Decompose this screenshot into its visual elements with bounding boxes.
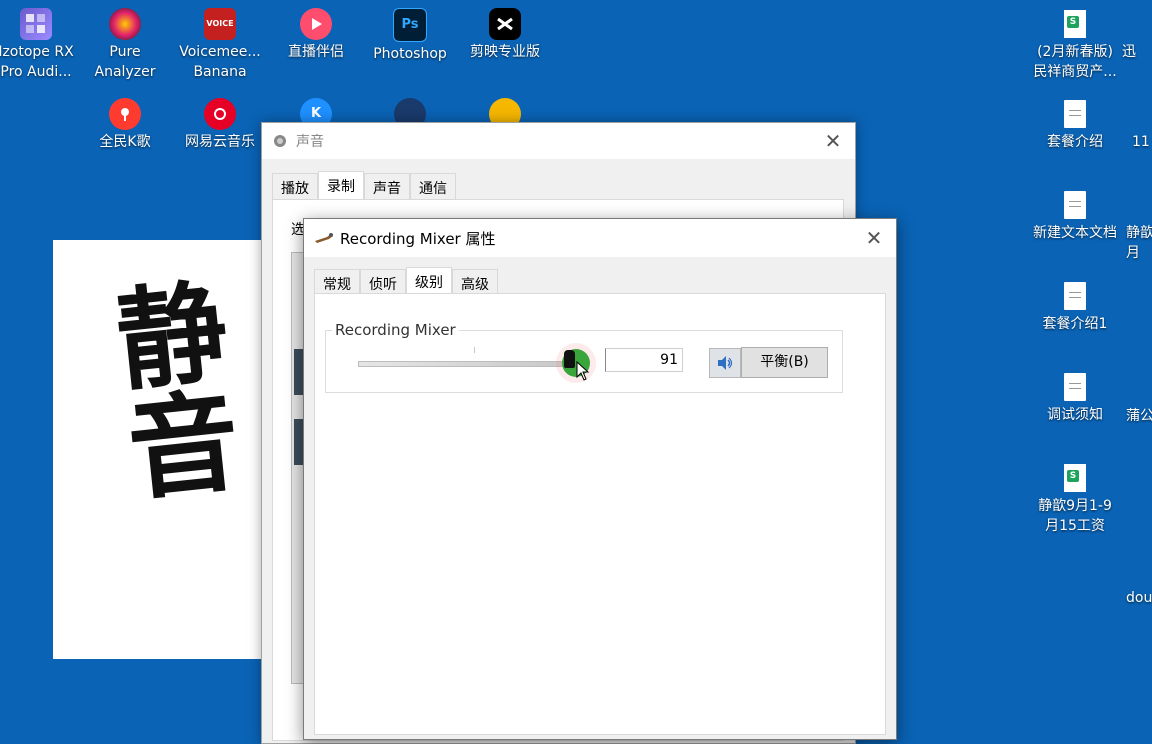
desktop-icon-label: 剪映专业版 [470,44,540,60]
edge-label-text: 静歆 月 [1126,225,1152,261]
photoshop-badge: Ps [401,17,419,32]
tab-advanced[interactable]: 高级 [452,269,498,295]
spreadsheet-file-icon: S [1059,8,1091,40]
desktop-icon-new-text[interactable]: 新建文本文档 [1027,189,1123,243]
live-companion-icon [300,8,332,40]
level-group: Recording Mixer 91 平衡(B) [325,321,843,393]
desktop-icon-label: 套餐介绍 [1047,134,1103,150]
capcut-icon [489,8,521,40]
levels-panel: Recording Mixer 91 平衡(B) [314,293,886,735]
sound-window-titlebar[interactable]: 声音 ✕ [262,123,855,159]
volume-slider-thumb[interactable] [563,350,575,368]
speaker-icon [718,356,733,370]
edge-label-text: 蒲公 [1126,408,1152,424]
tab-sounds[interactable]: 声音 [364,173,410,199]
desktop-icon-label: 调试须知 [1047,407,1103,423]
text-file-icon [1059,98,1091,130]
close-icon[interactable]: ✕ [864,228,884,248]
microphone-icon [315,233,333,243]
tab-listen[interactable]: 侦听 [360,269,406,295]
text-file-icon [1059,189,1091,221]
netease-music-icon [204,98,236,130]
spreadsheet-file-icon: S [1059,462,1091,494]
calligraphy-image: 静音 [53,240,268,659]
desktop-icon-label: 新建文本文档 [1033,225,1117,241]
desktop-icon-label: 静歆9月1-9 月15工资 [1038,498,1112,534]
edge-label[interactable]: 蒲公 [1126,406,1152,426]
pure-analyzer-icon [109,8,141,40]
mixer-title: Recording Mixer 属性 [340,229,496,248]
desktop-icon-label: Pure Analyzer [94,44,156,80]
recording-mixer-dialog[interactable]: Recording Mixer 属性 ✕ 常规 侦听 级别 高级 Recordi… [303,218,897,740]
edge-label[interactable]: dou [1126,588,1152,608]
desktop-icon-quanmin-kge[interactable]: 全民K歌 [77,98,173,152]
desktop-icon-label: (2月新春版) 民祥商贸产... [1033,44,1117,80]
desktop-icon-label: 套餐介绍1 [1042,316,1108,332]
level-value-field[interactable]: 91 [605,348,683,372]
voicemeeter-icon: VOICE [204,8,236,40]
desktop-icon-label: 直播伴侣 [288,44,344,60]
mute-button[interactable] [709,348,741,378]
group-label: Recording Mixer [332,321,459,339]
desktop-icon-taocan[interactable]: 套餐介绍 [1027,98,1123,152]
balance-button[interactable]: 平衡(B) [741,347,828,378]
tab-communications[interactable]: 通信 [410,173,456,199]
mixer-titlebar[interactable]: Recording Mixer 属性 ✕ [304,219,896,257]
desktop-icon-netease-music[interactable]: 网易云音乐 [172,98,268,152]
desktop-icon-label: Izotope RX Pro Audi... [0,44,74,80]
desktop-icon-live-companion[interactable]: 直播伴侣 [268,8,364,62]
sound-window-title: 声音 [296,134,324,150]
voicemeeter-badge: VOICE [206,19,234,28]
close-icon[interactable]: ✕ [823,131,843,151]
text-file-icon [1059,371,1091,403]
slider-tick [474,347,475,353]
edge-label[interactable]: 迅 [1122,42,1152,62]
desktop-icon-capcut[interactable]: 剪映专业版 [457,8,553,62]
desktop-icon-izotope[interactable]: Izotope RX Pro Audi... [0,8,84,82]
desktop-icon-photoshop[interactable]: Ps Photoshop [362,8,458,64]
tab-recording[interactable]: 录制 [318,171,364,201]
text-file-icon [1059,280,1091,312]
desktop-icon-pure-analyzer[interactable]: Pure Analyzer [77,8,173,82]
desktop-icon-debug-notes[interactable]: 调试须知 [1027,371,1123,425]
desktop-icon-label: 全民K歌 [99,134,151,150]
edge-label-text: dou [1126,590,1152,606]
edge-label-text: 迅 [1122,44,1136,60]
desktop-icon-label: Voicemee... Banana [179,44,261,80]
calligraphy-text: 静音 [110,266,246,516]
cursor-icon [576,361,589,381]
desktop-icon-voicemeeter[interactable]: VOICE Voicemee... Banana [172,8,268,82]
desktop-icon-spreadsheet-1[interactable]: S (2月新春版) 民祥商贸产... [1027,8,1123,82]
edge-label[interactable]: 11 [1132,132,1152,152]
tab-playback[interactable]: 播放 [272,173,318,199]
speaker-app-icon [274,135,286,147]
desktop-icon-spreadsheet-2[interactable]: S 静歆9月1-9 月15工资 [1027,462,1123,536]
edge-label[interactable]: 静歆 月 [1126,223,1152,263]
photoshop-icon: Ps [393,8,427,42]
tab-general[interactable]: 常规 [314,269,360,295]
desktop-icon-label: 网易云音乐 [185,134,255,150]
izotope-icon [20,8,52,40]
edge-label-text: 11 [1132,134,1150,150]
quanmin-kge-icon [109,98,141,130]
desktop-icon-taocan1[interactable]: 套餐介绍1 [1027,280,1123,334]
desktop-icon-label: Photoshop [373,46,447,62]
volume-slider-track[interactable] [358,361,570,367]
